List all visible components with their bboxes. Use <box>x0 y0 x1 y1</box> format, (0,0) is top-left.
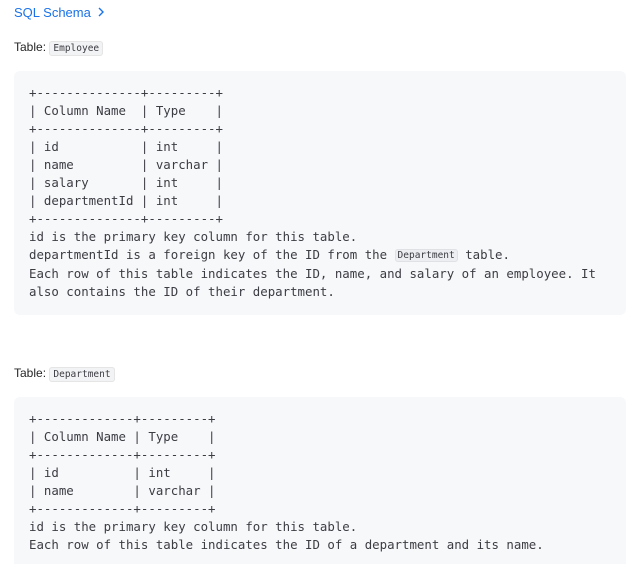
employee-table-name: Employee <box>49 41 104 56</box>
department-note-1: id is the primary key column for this ta… <box>29 519 358 534</box>
sql-schema-link[interactable]: SQL Schema <box>14 5 105 20</box>
department-ascii-line: +-------------+---------+ <box>29 411 216 426</box>
employee-table-label: Table: Employee <box>14 40 104 56</box>
department-ref-code: Department <box>394 249 458 262</box>
department-schema-block: +-------------+---------+ | Column Name … <box>14 397 626 564</box>
employee-notes: id is the primary key column for this ta… <box>29 228 596 301</box>
employee-ascii-line: | departmentId | int | <box>29 193 223 208</box>
employee-ascii-table: +--------------+---------+ | Column Name… <box>29 84 223 228</box>
department-ascii-table: +-------------+---------+ | Column Name … <box>29 410 216 518</box>
department-ascii-line: | Column Name | Type | <box>29 429 216 444</box>
employee-ascii-line: +--------------+---------+ <box>29 211 223 226</box>
department-ascii-line: | id | int | <box>29 465 216 480</box>
department-ascii-line: | name | varchar | <box>29 483 216 498</box>
employee-ascii-line: +--------------+---------+ <box>29 121 223 136</box>
department-ascii-line: +-------------+---------+ <box>29 447 216 462</box>
employee-ascii-line: +--------------+---------+ <box>29 85 223 100</box>
chevron-right-icon <box>97 6 105 20</box>
employee-note-3: Each row of this table indicates the ID,… <box>29 266 596 299</box>
department-note-2: Each row of this table indicates the ID … <box>29 537 544 552</box>
employee-ascii-line: | salary | int | <box>29 175 223 190</box>
sql-schema-label: SQL Schema <box>14 5 91 20</box>
department-table-label: Table: Department <box>14 366 115 382</box>
employee-note-1: id is the primary key column for this ta… <box>29 229 358 244</box>
employee-ascii-line: | name | varchar | <box>29 157 223 172</box>
department-notes: id is the primary key column for this ta… <box>29 518 544 554</box>
employee-ascii-line: | Column Name | Type | <box>29 103 223 118</box>
department-table-name: Department <box>49 367 115 382</box>
department-ascii-line: +-------------+---------+ <box>29 501 216 516</box>
employee-ascii-line: | id | int | <box>29 139 223 154</box>
employee-note-2: departmentId is a foreign key of the ID … <box>29 247 510 262</box>
employee-schema-block: +--------------+---------+ | Column Name… <box>14 71 626 315</box>
